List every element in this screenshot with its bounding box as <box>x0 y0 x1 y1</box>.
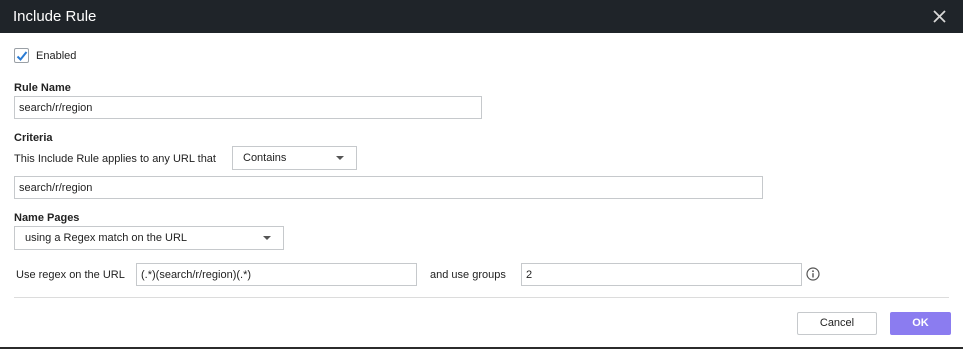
cancel-button[interactable]: Cancel <box>797 312 877 335</box>
checkmark-icon <box>16 51 28 61</box>
close-icon[interactable] <box>928 6 950 28</box>
chevron-down-icon <box>263 236 271 240</box>
groups-label: and use groups <box>430 269 506 281</box>
info-icon[interactable] <box>806 267 820 281</box>
enabled-label: Enabled <box>36 50 77 62</box>
name-pages-method-select[interactable]: using a Regex match on the URL <box>14 226 284 250</box>
criteria-match-value: Contains <box>243 152 287 164</box>
enabled-checkbox[interactable] <box>14 48 29 63</box>
criteria-applies-text: This Include Rule applies to any URL tha… <box>14 153 216 165</box>
dialog-titlebar: Include Rule <box>0 0 963 33</box>
regex-label: Use regex on the URL <box>16 269 125 281</box>
chevron-down-icon <box>336 156 344 160</box>
dialog-title: Include Rule <box>13 8 97 25</box>
criteria-url-input[interactable] <box>14 176 763 199</box>
ok-button[interactable]: OK <box>890 312 951 335</box>
groups-input[interactable] <box>521 263 802 286</box>
include-rule-dialog: Include Rule Enabled Rule Name Criteria … <box>0 0 963 349</box>
footer-divider <box>14 297 949 298</box>
name-pages-label: Name Pages <box>14 212 80 224</box>
criteria-label: Criteria <box>14 132 53 144</box>
regex-input[interactable] <box>136 263 417 286</box>
rule-name-label: Rule Name <box>14 82 71 94</box>
name-pages-method-value: using a Regex match on the URL <box>25 232 188 244</box>
criteria-match-select[interactable]: Contains <box>232 146 357 170</box>
rule-name-input[interactable] <box>14 96 482 119</box>
